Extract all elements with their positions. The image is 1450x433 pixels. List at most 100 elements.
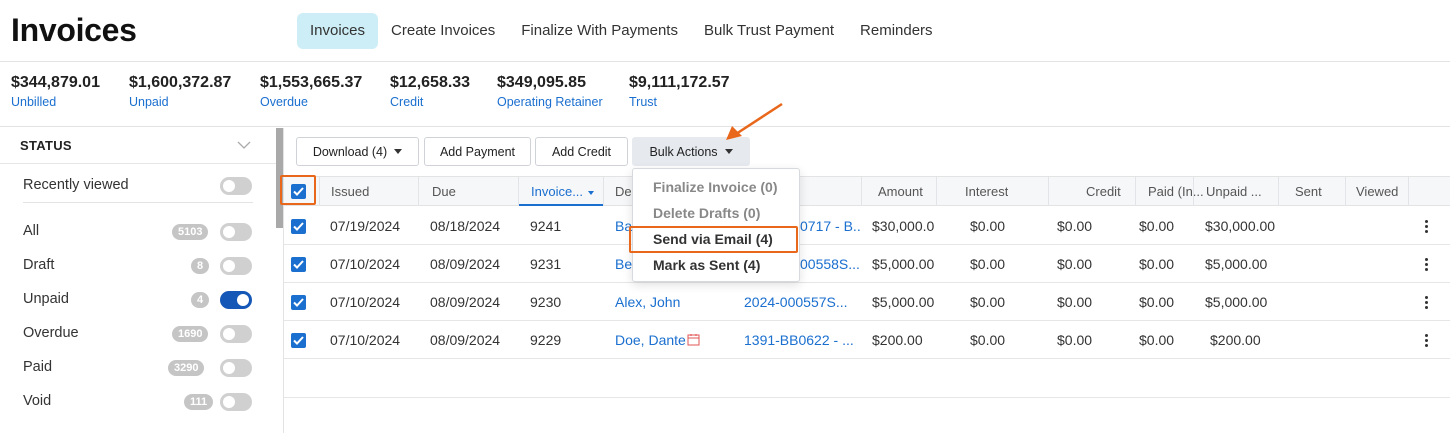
summary-amount: $12,658.33 <box>390 74 471 91</box>
col-invoice[interactable]: Invoice... <box>519 177 603 206</box>
bulk-actions-label: Bulk Actions <box>649 144 718 159</box>
download-label: Download (4) <box>312 144 388 159</box>
col-description[interactable]: De <box>615 177 632 206</box>
cell-paid: $0.00 <box>1139 332 1175 348</box>
col-due[interactable]: Due <box>432 177 456 206</box>
filter-toggle-void[interactable] <box>220 393 252 411</box>
row-menu-icon[interactable] <box>1425 220 1429 234</box>
row-checkbox[interactable] <box>291 257 306 272</box>
col-paid[interactable]: Paid (In... <box>1148 177 1212 206</box>
row-checkbox[interactable] <box>291 333 306 348</box>
cell-invoice: 9241 <box>530 218 562 234</box>
row-checkbox[interactable] <box>291 219 306 234</box>
count-badge: 4 <box>191 292 210 308</box>
chevron-down-icon[interactable] <box>237 140 251 150</box>
column-separator <box>319 177 320 206</box>
summary-link-trust[interactable]: Trust <box>629 95 730 109</box>
table-row[interactable]: 07/10/2024 08/09/2024 9229 Doe, Dante 13… <box>284 321 1450 359</box>
table-row[interactable]: 07/10/2024 08/09/2024 9231 Be 00558S... … <box>284 245 1450 283</box>
col-interest[interactable]: Interest <box>965 177 1008 206</box>
check-icon <box>293 298 304 307</box>
summary-link-credit[interactable]: Credit <box>390 95 470 109</box>
filter-unpaid: Unpaid 4 <box>23 286 255 314</box>
cell-interest: $0.00 <box>970 332 1006 348</box>
cell-client-link[interactable]: Be <box>615 256 632 272</box>
summary-amount: $1,553,665.37 <box>260 74 363 91</box>
row-menu-icon[interactable] <box>1425 258 1429 272</box>
filter-overdue: Overdue 1690 <box>23 320 255 348</box>
tab-invoices[interactable]: Invoices <box>297 13 379 49</box>
col-invoice-label: Invoice... <box>531 184 584 199</box>
summary-link-overdue[interactable]: Overdue <box>260 95 362 109</box>
cell-unpaid: $5,000.00 <box>1205 294 1268 310</box>
cell-invoice: 9229 <box>530 332 562 348</box>
top-nav: Invoices Create Invoices Finalize With P… <box>297 13 946 49</box>
toggle-knob <box>223 362 235 374</box>
cell-invoice: 9231 <box>530 256 562 272</box>
tab-finalize-with-payments[interactable]: Finalize With Payments <box>508 13 691 49</box>
summary-overdue: $1,553,665.37 Overdue <box>260 74 362 109</box>
col-issued[interactable]: Issued <box>331 177 369 206</box>
bulk-actions-menu: Finalize Invoice (0) Delete Drafts (0) S… <box>632 168 800 282</box>
row-menu-icon[interactable] <box>1425 334 1429 348</box>
cell-invoice: 9230 <box>530 294 562 310</box>
summary-amount: $9,111,172.57 <box>629 74 730 91</box>
column-separator <box>1408 177 1409 206</box>
add-credit-button[interactable]: Add Credit <box>535 137 628 166</box>
highlight-select-all <box>280 175 316 205</box>
annotation-arrow-icon <box>726 102 783 140</box>
summary-amount: $349,095.85 <box>497 74 586 91</box>
page-header: Invoices Invoices Create Invoices Finali… <box>0 0 1450 62</box>
client-name: Doe, Dante <box>615 332 686 348</box>
col-unpaid[interactable]: Unpaid ... <box>1206 177 1276 206</box>
filter-toggle-paid[interactable] <box>220 359 252 377</box>
filter-toggle-draft[interactable] <box>220 257 252 275</box>
cell-matter-link[interactable]: 2024-000557S... <box>744 294 860 310</box>
menu-delete-drafts[interactable]: Delete Drafts (0) <box>653 205 760 221</box>
cell-matter-link[interactable]: 1391-BB0622 - ... <box>744 332 860 348</box>
row-checkbox[interactable] <box>291 295 306 310</box>
cell-matter-link[interactable]: 00558S... <box>800 256 860 272</box>
cell-issued: 07/10/2024 <box>330 294 401 310</box>
column-separator <box>1048 177 1049 206</box>
col-credit[interactable]: Credit <box>1086 177 1121 206</box>
download-button[interactable]: Download (4) <box>296 137 419 166</box>
caret-down-icon <box>394 149 403 154</box>
col-viewed[interactable]: Viewed <box>1356 177 1398 206</box>
add-payment-button[interactable]: Add Payment <box>424 137 531 166</box>
summary-amount: $1,600,372.87 <box>129 74 232 91</box>
menu-finalize-invoice[interactable]: Finalize Invoice (0) <box>653 179 777 195</box>
check-icon <box>293 260 304 269</box>
summary-link-unpaid[interactable]: Unpaid <box>129 95 231 109</box>
filter-paid: Paid 3290 <box>23 354 255 382</box>
col-sent[interactable]: Sent <box>1295 177 1322 206</box>
recently-viewed-toggle[interactable] <box>220 177 252 195</box>
cell-credit: $0.00 <box>1057 256 1093 272</box>
cell-unpaid: $5,000.00 <box>1205 256 1268 272</box>
cell-due: 08/18/2024 <box>430 218 501 234</box>
cell-unpaid: $30,000.00 <box>1205 218 1276 234</box>
filter-toggle-all[interactable] <box>220 223 252 241</box>
filter-toggle-overdue[interactable] <box>220 325 252 343</box>
cell-interest: $0.00 <box>970 256 1006 272</box>
table-row[interactable]: 07/10/2024 08/09/2024 9230 Alex, John 20… <box>284 283 1450 321</box>
cell-client-link[interactable]: Alex, John <box>615 294 680 310</box>
summary-link-operating-retainer[interactable]: Operating Retainer <box>497 95 603 109</box>
table-row[interactable]: 07/19/2024 08/18/2024 9241 Ba 0717 - B..… <box>284 207 1450 245</box>
filter-toggle-unpaid[interactable] <box>220 291 252 309</box>
table-header: Issued Due Invoice... De Amount Interest… <box>284 176 1450 206</box>
page-title: Invoices <box>11 12 137 48</box>
cell-interest: $0.00 <box>970 294 1006 310</box>
tab-reminders[interactable]: Reminders <box>847 13 946 49</box>
cell-client-link[interactable]: Doe, Dante <box>615 332 700 348</box>
row-menu-icon[interactable] <box>1425 296 1429 310</box>
cell-matter-link[interactable]: 0717 - B... <box>800 218 860 234</box>
menu-mark-as-sent[interactable]: Mark as Sent (4) <box>653 257 760 273</box>
col-amount[interactable]: Amount <box>878 177 923 206</box>
summary-link-unbilled[interactable]: Unbilled <box>11 95 100 109</box>
tab-create-invoices[interactable]: Create Invoices <box>378 13 508 49</box>
cell-credit: $0.00 <box>1057 218 1093 234</box>
cell-credit: $0.00 <box>1057 332 1093 348</box>
status-header[interactable]: STATUS <box>0 128 276 164</box>
tab-bulk-trust-payment[interactable]: Bulk Trust Payment <box>691 13 847 49</box>
